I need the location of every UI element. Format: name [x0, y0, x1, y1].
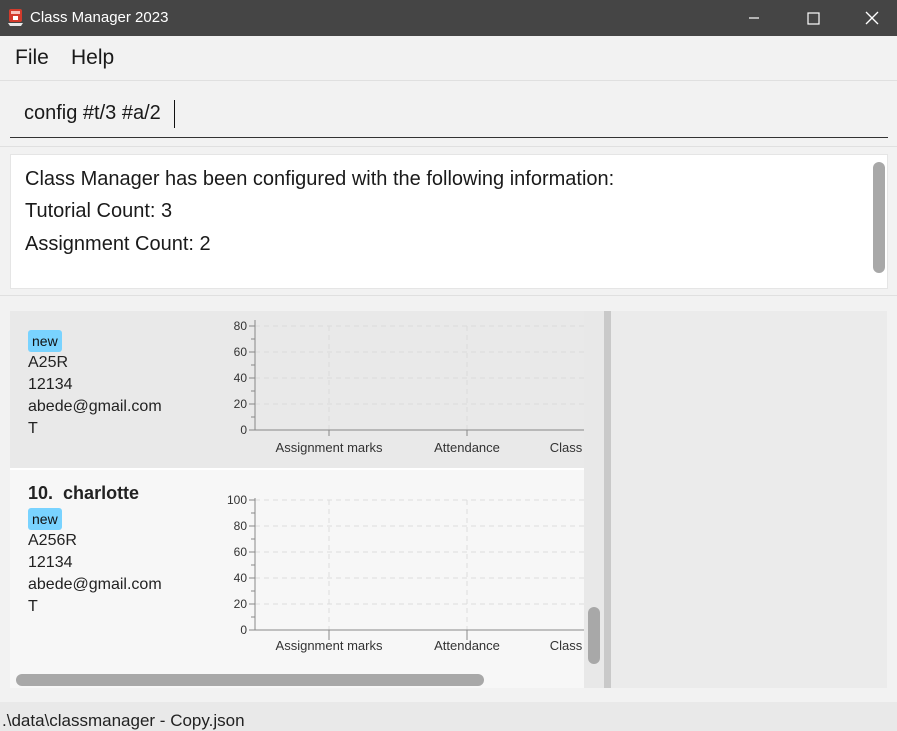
x-tick-label: Attendance — [434, 440, 500, 455]
x-tick-label: Class — [550, 638, 583, 653]
close-icon — [865, 11, 879, 25]
phone: 12134 — [28, 376, 73, 393]
detail-panel — [611, 311, 887, 688]
result-display[interactable]: Class Manager has been configured with t… — [10, 154, 888, 289]
result-divider — [0, 295, 897, 296]
class-manager-window: Class Manager 2023 File Help config #t/3… — [0, 0, 897, 731]
x-tick-label: Assignment marks — [276, 440, 383, 455]
minimize-icon — [749, 17, 759, 19]
command-box[interactable]: config #t/3 #a/2 — [10, 90, 888, 138]
list-horizontal-scrollbar-thumb[interactable] — [16, 674, 484, 686]
tag-badge: new — [28, 508, 62, 530]
menu-bar: File Help — [0, 36, 897, 81]
email: abede@gmail.com — [28, 398, 162, 415]
y-tick-label: 20 — [234, 397, 248, 411]
app-icon — [8, 9, 23, 26]
student-chart-xlabels: Assignment marks Attendance Class — [276, 638, 583, 653]
menu-divider — [0, 80, 897, 81]
result-line: Class Manager has been configured with t… — [25, 168, 615, 190]
student-list-panel[interactable]: new A25R 12134 abede@gmail.com T 80 60 4… — [10, 311, 584, 688]
command-divider — [0, 146, 897, 147]
result-scrollbar-thumb[interactable] — [873, 162, 885, 273]
list-vertical-scrollbar-thumb[interactable] — [588, 607, 600, 664]
phone: 12134 — [28, 554, 73, 571]
extra-field: T — [28, 420, 38, 437]
y-tick-label: 80 — [234, 519, 248, 533]
x-tick-label: Assignment marks — [276, 638, 383, 653]
class-number: A25R — [28, 354, 69, 371]
email: abede@gmail.com — [28, 576, 162, 593]
split-pane-divider[interactable] — [604, 311, 611, 688]
y-tick-label: 60 — [234, 545, 248, 559]
student-card[interactable]: new A25R 12134 abede@gmail.com T 80 60 4… — [10, 311, 584, 468]
y-tick-label: 100 — [227, 493, 247, 507]
maximize-button[interactable] — [790, 0, 836, 36]
y-tick-label: 40 — [234, 371, 248, 385]
student-chart: 100 80 60 40 20 0 — [227, 493, 584, 640]
maximize-icon — [806, 11, 820, 25]
student-card[interactable]: 10. charlotte new A256R 12134 abede@gmai… — [10, 470, 584, 670]
result-line: Assignment Count: 2 — [25, 233, 211, 255]
y-tick-label: 40 — [234, 571, 248, 585]
tag-badge: new — [28, 330, 62, 352]
menu-help[interactable]: Help — [71, 46, 114, 70]
result-line: Tutorial Count: 3 — [25, 200, 173, 222]
y-tick-label: 20 — [234, 597, 248, 611]
extra-field: T — [28, 598, 38, 615]
student-chart-xlabels: Assignment marks Attendance Class — [276, 440, 583, 455]
status-bar: .\data\classmanager - Copy.json — [0, 702, 897, 731]
student-name: 10. charlotte — [28, 483, 140, 503]
file-path: .\data\classmanager - Copy.json — [2, 711, 245, 730]
x-tick-label: Class — [550, 440, 583, 455]
title-bar: Class Manager 2023 — [0, 0, 897, 36]
x-tick-label: Attendance — [434, 638, 500, 653]
window-title: Class Manager 2023 — [30, 9, 169, 26]
text-caret — [174, 100, 175, 128]
y-tick-label: 80 — [234, 319, 248, 333]
class-number: A256R — [28, 532, 77, 549]
minimize-button[interactable] — [731, 0, 777, 36]
close-button[interactable] — [849, 0, 895, 36]
command-input[interactable]: config #t/3 #a/2 — [24, 101, 161, 125]
student-chart: 80 60 40 20 0 — [234, 319, 584, 436]
menu-file[interactable]: File — [15, 46, 49, 70]
y-tick-label: 60 — [234, 345, 248, 359]
